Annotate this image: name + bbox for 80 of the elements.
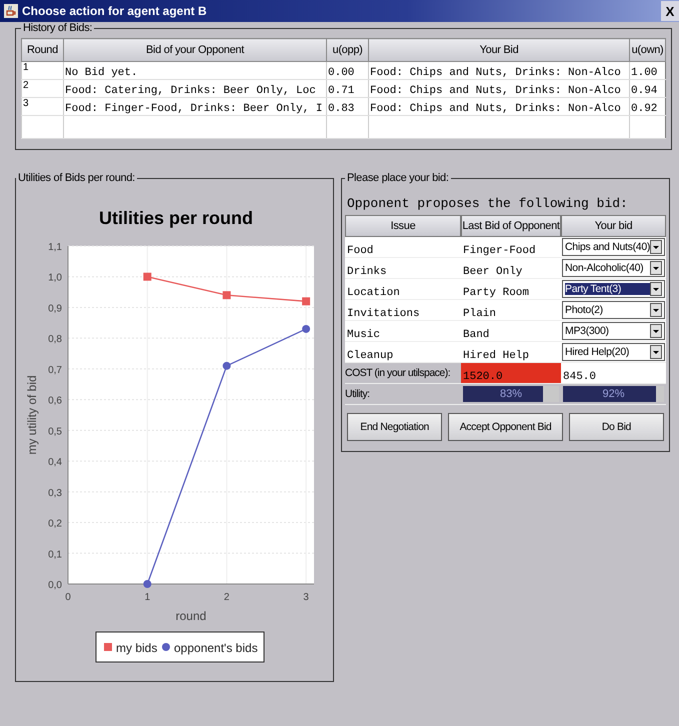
table-cell: Food: Catering, Drinks: Beer Only, Loc bbox=[64, 80, 326, 98]
table-cell: 1.00 bbox=[630, 62, 666, 80]
table-cell: 0.92 bbox=[630, 98, 666, 116]
column-header: Last Bid of Opponent bbox=[461, 215, 561, 237]
tick-label: 0,6 bbox=[48, 396, 62, 407]
table-cell: 1 bbox=[22, 62, 64, 80]
group-title: History of Bids: bbox=[22, 22, 94, 34]
column-header: Issue bbox=[345, 215, 461, 237]
cup-icon bbox=[4, 4, 18, 18]
dropdown[interactable]: MP3(300) bbox=[562, 322, 666, 340]
table-cell: 3 bbox=[22, 98, 64, 116]
data-point bbox=[143, 580, 152, 588]
tick-label: 0,0 bbox=[48, 580, 62, 591]
tick-label: 0,2 bbox=[48, 518, 62, 530]
tick-label: 1,0 bbox=[48, 272, 62, 284]
tick-label: 0,7 bbox=[48, 364, 62, 376]
tick-label: 1,1 bbox=[48, 242, 62, 253]
action-button[interactable]: Accept Opponent Bid bbox=[448, 413, 563, 441]
chart-title: Utilities per round bbox=[99, 208, 253, 228]
column-header[interactable]: Your Bid bbox=[368, 38, 630, 62]
table-cell: Plain bbox=[461, 300, 561, 321]
tick-label: 0,4 bbox=[48, 457, 62, 468]
group-title: Utilities of Bids per round: bbox=[17, 172, 136, 184]
tick-label: 0,5 bbox=[48, 426, 62, 438]
table-cell: Party Room bbox=[461, 279, 561, 300]
dropdown[interactable]: Non-Alcoholic(40) bbox=[562, 259, 666, 277]
column-header[interactable]: Bid of your Opponent bbox=[64, 38, 326, 62]
dropdown[interactable]: Hired Help(20) bbox=[562, 343, 666, 361]
table-cell: Food bbox=[345, 237, 461, 258]
table-cell: 0.83 bbox=[326, 98, 368, 116]
dropdown[interactable]: Chips and Nuts(40) bbox=[562, 238, 666, 256]
table-cell: Finger-Food bbox=[461, 237, 561, 258]
data-point bbox=[302, 324, 310, 333]
table-cell: Hired Help bbox=[461, 342, 561, 363]
cost-value: 845.0 bbox=[561, 363, 666, 384]
legend-label: my bids bbox=[116, 641, 158, 655]
column-header: Your bid bbox=[561, 215, 666, 237]
tick-label: 0,9 bbox=[48, 303, 62, 314]
legend-label: opponent's bids bbox=[174, 641, 258, 655]
table-cell: Food: Finger-Food, Drinks: Beer Only, I bbox=[64, 98, 326, 116]
table-cell: 0.00 bbox=[326, 62, 368, 80]
tick-label: 0,8 bbox=[48, 334, 62, 346]
tick-label: 0 bbox=[65, 592, 71, 603]
data-point bbox=[222, 362, 231, 370]
table-cell: 0.71 bbox=[326, 80, 368, 98]
table-cell: 2 bbox=[22, 80, 64, 98]
action-button[interactable]: Do Bid bbox=[568, 413, 664, 441]
axis-label: round bbox=[176, 609, 206, 623]
group-title: Please place your bid: bbox=[346, 172, 450, 184]
dropdown[interactable]: Photo(2) bbox=[562, 301, 666, 319]
tick-label: 0,3 bbox=[48, 488, 62, 499]
table-cell: Food: Chips and Nuts, Drinks: Non-Alco bbox=[368, 62, 630, 80]
table-cell: Cleanup bbox=[345, 342, 461, 363]
dropdown[interactable]: Party Tent(3) bbox=[562, 280, 666, 298]
table-cell: Drinks bbox=[345, 258, 461, 279]
window-title: Choose action for agent agent B bbox=[22, 4, 208, 18]
table-cell: Location bbox=[345, 279, 461, 300]
column-header[interactable]: Round bbox=[22, 38, 64, 62]
tick-label: 0,1 bbox=[48, 549, 62, 560]
table-cell: 0.94 bbox=[630, 80, 666, 98]
table-cell: Music bbox=[345, 321, 461, 342]
column-header[interactable]: u(own) bbox=[630, 38, 666, 62]
axis-label: my utility of bid bbox=[25, 375, 39, 455]
tick-label: 3 bbox=[303, 592, 309, 603]
utility-reading: 83% bbox=[498, 387, 524, 402]
table-cell: Food: Chips and Nuts, Drinks: Non-Alco bbox=[368, 80, 630, 98]
action-button[interactable]: End Negotiation bbox=[347, 413, 442, 441]
column-header[interactable]: u(opp) bbox=[326, 38, 368, 62]
cost-value: 1520.0 bbox=[461, 363, 561, 384]
tick-label: 1 bbox=[144, 592, 150, 603]
table-cell: Beer Only bbox=[461, 258, 561, 279]
table-cell: No Bid yet. bbox=[64, 62, 326, 80]
close-button[interactable]: X bbox=[661, 1, 679, 21]
table-cell: Invitations bbox=[345, 300, 461, 321]
tick-label: 2 bbox=[224, 592, 230, 603]
table-cell: Band bbox=[461, 321, 561, 342]
data-point bbox=[222, 291, 231, 300]
table-cell: Food: Chips and Nuts, Drinks: Non-Alco bbox=[368, 98, 630, 116]
utility-reading: 92% bbox=[602, 387, 626, 402]
bid-heading: Opponent proposes the following bid: bbox=[346, 195, 629, 213]
